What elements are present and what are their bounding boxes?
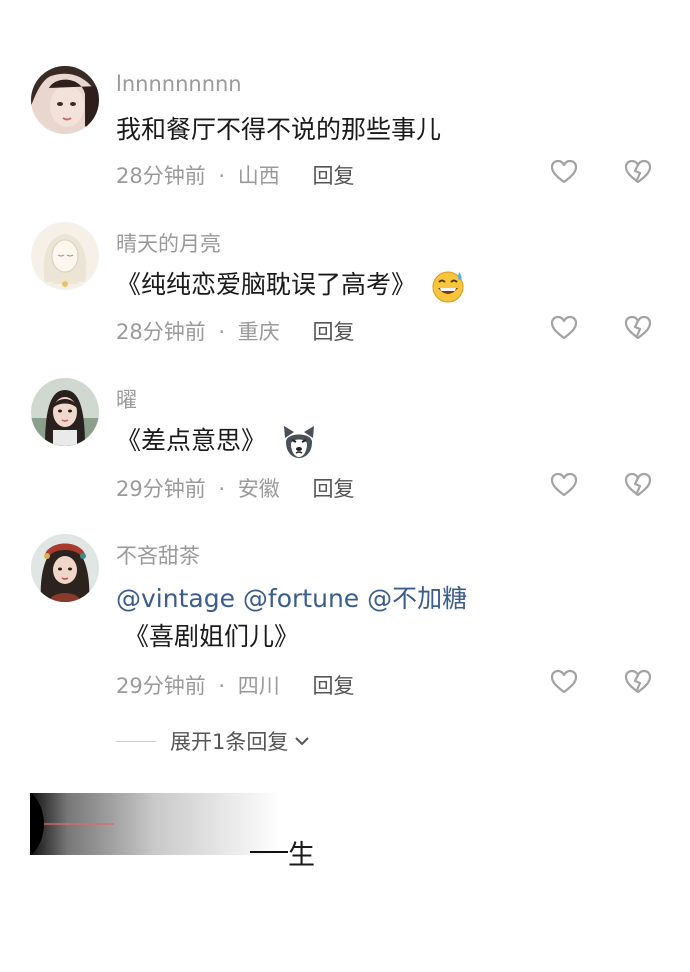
avatar[interactable] <box>31 534 99 602</box>
location: 重庆 <box>237 320 280 344</box>
comment-meta: 28分钟前 · 山西 回复 <box>116 160 354 190</box>
heart-outline-icon[interactable] <box>550 668 578 696</box>
strike-line <box>250 851 288 853</box>
separator-dot: · <box>218 477 226 501</box>
avatar[interactable] <box>31 66 99 134</box>
divider-line <box>116 740 156 742</box>
heart-outline-icon[interactable] <box>550 471 578 499</box>
username[interactable]: 不吝甜茶 <box>116 540 200 570</box>
location: 四川 <box>237 674 280 698</box>
reply-button[interactable]: 回复 <box>312 674 354 698</box>
expand-replies-button[interactable]: 展开1条回复 <box>116 726 312 756</box>
mention-link[interactable]: @fortune <box>243 584 359 613</box>
timestamp: 29分钟前 <box>116 477 206 501</box>
avatar[interactable] <box>31 222 99 290</box>
timestamp: 28分钟前 <box>116 320 206 344</box>
comment-meta: 28分钟前 · 重庆 回复 <box>116 316 354 346</box>
avatar[interactable] <box>31 378 99 446</box>
partial-comment-text: 生 <box>288 840 315 871</box>
reply-button[interactable]: 回复 <box>312 164 354 188</box>
reply-button[interactable]: 回复 <box>312 320 354 344</box>
comment-text: 《差点意思》 <box>116 422 656 460</box>
timestamp: 28分钟前 <box>116 164 206 188</box>
username[interactable]: lnnnnnnnnn <box>116 72 242 96</box>
husky-dog-emoji <box>283 426 314 458</box>
location: 安徽 <box>237 477 280 501</box>
reply-button[interactable]: 回复 <box>312 477 354 501</box>
expand-replies-label: 展开1条回复 <box>170 730 289 754</box>
username[interactable]: 曜 <box>116 384 137 414</box>
comment-text-body: 《喜剧姐们儿》 <box>124 622 300 651</box>
chevron-down-icon <box>295 737 310 746</box>
broken-heart-icon[interactable] <box>624 471 652 499</box>
heart-outline-icon[interactable] <box>550 158 578 186</box>
comment-text: @vintage @fortune @不加糖 《喜剧姐们儿》 <box>116 580 656 656</box>
comment-text-body: 我和餐厅不得不说的那些事儿 <box>116 115 442 144</box>
separator-dot: · <box>218 320 226 344</box>
timestamp: 29分钟前 <box>116 674 206 698</box>
comment-meta: 29分钟前 · 安徽 回复 <box>116 473 354 503</box>
broken-heart-icon[interactable] <box>624 158 652 186</box>
separator-dot: · <box>218 164 226 188</box>
comment-text-body: 《纯纯恋爱脑耽误了高考》 <box>116 270 417 299</box>
broken-heart-icon[interactable] <box>624 668 652 696</box>
mention-link[interactable]: @vintage <box>116 584 235 613</box>
broken-heart-icon[interactable] <box>624 314 652 342</box>
sweat-grin-emoji <box>432 271 464 303</box>
mention-link[interactable]: @不加糖 <box>367 584 467 613</box>
comment-text: 我和餐厅不得不说的那些事儿 <box>116 111 656 149</box>
comment-text: 《纯纯恋爱脑耽误了高考》 <box>116 266 656 304</box>
censored-comment-area <box>30 793 280 855</box>
username[interactable]: 晴天的月亮 <box>116 228 221 258</box>
comment-text-body: 《差点意思》 <box>116 426 267 455</box>
comment-meta: 29分钟前 · 四川 回复 <box>116 670 354 700</box>
heart-outline-icon[interactable] <box>550 314 578 342</box>
location: 山西 <box>237 164 280 188</box>
separator-dot: · <box>218 674 226 698</box>
